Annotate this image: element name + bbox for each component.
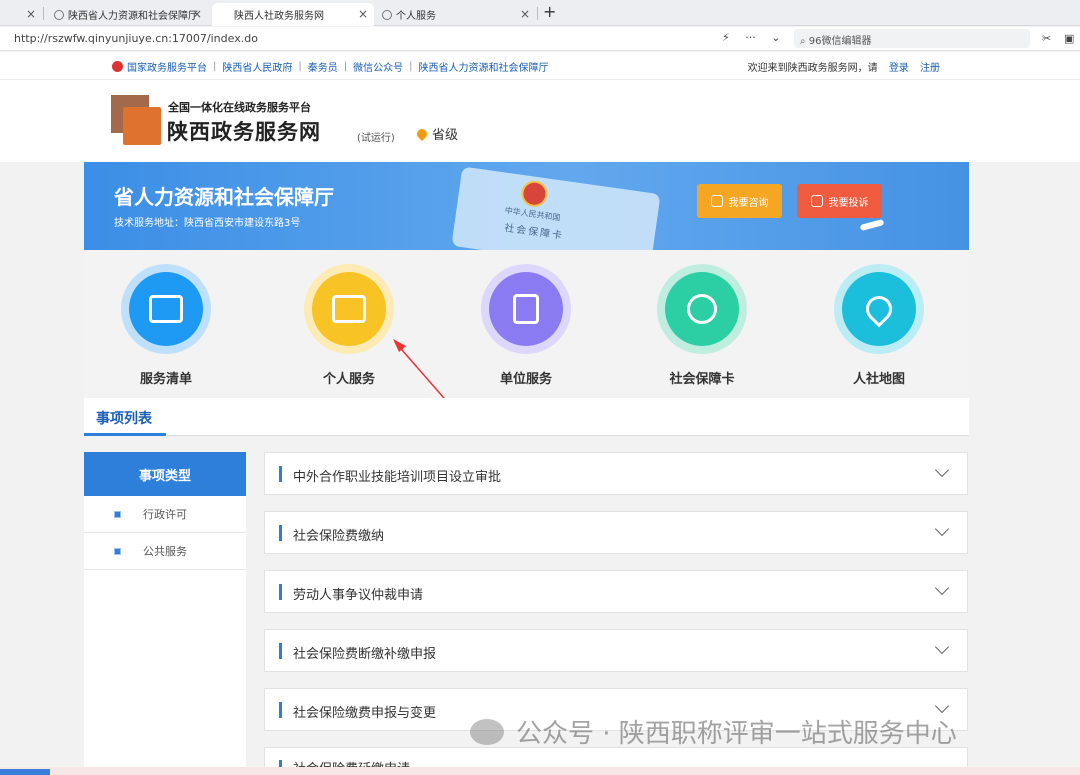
nav-link-hrss[interactable]: 陕西省人力资源和社会保障厅: [419, 59, 549, 74]
login-link[interactable]: 登录: [889, 63, 909, 74]
scissors-icon[interactable]: ✂: [1042, 32, 1051, 45]
complaint-icon: [810, 195, 823, 207]
category-sidebar: 事项类型 行政许可 公共服务: [84, 452, 246, 775]
complain-button[interactable]: 我要投诉: [797, 184, 882, 218]
document-icon: [114, 547, 121, 555]
browser-tab-bar: × 陕西省人力资源和社会保障厅 × 陕西人社政务服务网 × 个人服务 × +: [0, 0, 1080, 26]
level-selector[interactable]: 省级: [414, 124, 458, 143]
chevron-down-icon[interactable]: [934, 639, 950, 655]
tab-personal-service[interactable]: 个人服务 ×: [376, 3, 536, 26]
wechat-icon: [470, 718, 504, 745]
welcome-text: 欢迎来到陕西政务服务网，请: [747, 63, 878, 74]
tab-hrss[interactable]: 陕西省人力资源和社会保障厅 ×: [48, 3, 208, 26]
unit-service-button[interactable]: 单位服务: [476, 264, 576, 387]
department-address: 技术服务地址：陕西省西安市建设东路3号: [114, 218, 301, 229]
service-list-button[interactable]: 服务清单: [116, 264, 216, 387]
document-icon: [114, 510, 121, 518]
tab-gov-service[interactable]: 陕西人社政务服务网 ×: [212, 3, 374, 26]
globe-icon: [54, 9, 64, 20]
site-logo[interactable]: [111, 95, 161, 145]
plane-icon: [859, 218, 885, 232]
service-shortcuts: 服务清单 个人服务 单位服务 社会保障卡 人社地图: [84, 250, 969, 398]
list-item[interactable]: 社会保险费缴纳: [264, 511, 968, 554]
list-item[interactable]: 社会保险费断缴补缴申报: [264, 629, 968, 672]
search-input[interactable]: ⌕ 96微信编辑器: [794, 29, 1030, 48]
national-emblem-icon: [519, 179, 550, 209]
presentation-icon: [149, 295, 183, 323]
site-header: 全国一体化在线政务服务平台 陕西政务服务网 (试运行) 省级: [0, 80, 1080, 162]
watermark: 公众号 · 陕西职称评审一站式服务中心: [470, 713, 957, 750]
lightning-icon[interactable]: ⚡: [722, 31, 730, 44]
id-card-icon: [332, 295, 366, 323]
location-pin-icon: [414, 126, 430, 142]
chevron-down-icon[interactable]: ⌄: [771, 31, 780, 44]
category-public-service[interactable]: 公共服务: [84, 533, 246, 570]
platform-subtitle: 全国一体化在线政务服务平台: [168, 101, 311, 114]
emblem-icon: [112, 61, 123, 72]
headset-icon: [710, 195, 723, 207]
category-sidebar-title: 事项类型: [84, 452, 246, 496]
top-nav: 国家政务服务平台 | 陕西省人民政府 | 秦务员 | 微信公众号 | 陕西省人力…: [0, 52, 1080, 80]
taskbar-strip: [0, 767, 1080, 775]
people-exchange-icon: [687, 294, 717, 324]
close-icon[interactable]: ×: [520, 7, 530, 21]
consult-button[interactable]: 我要咨询: [697, 184, 782, 218]
tab-pinned[interactable]: ×: [0, 3, 42, 26]
personal-service-button[interactable]: 个人服务: [299, 264, 399, 387]
close-icon[interactable]: ×: [358, 7, 368, 21]
nav-link-qinwuyuan[interactable]: 秦务员: [308, 59, 338, 74]
list-item[interactable]: 中外合作职业技能培训项目设立审批: [264, 452, 968, 495]
chevron-down-icon[interactable]: [934, 521, 950, 537]
nav-link-national[interactable]: 国家政务服务平台: [127, 59, 207, 74]
department-title: 省人力资源和社会保障厅: [114, 185, 334, 209]
url-field[interactable]: http://rszwfw.qinyunjiuye.cn:17007/index…: [14, 32, 258, 45]
map-pin-icon: [860, 290, 898, 328]
globe-icon: [382, 9, 392, 20]
building-icon: [513, 294, 539, 324]
chevron-down-icon[interactable]: [934, 462, 950, 478]
site-name: 陕西政务服务网: [167, 120, 321, 144]
extension-icon[interactable]: ▣: [1064, 32, 1074, 45]
chevron-down-icon[interactable]: [934, 580, 950, 596]
social-security-card-image: 中华人民共和国 社会保障卡: [451, 166, 661, 250]
hrss-map-button[interactable]: 人社地图: [829, 264, 929, 387]
nav-link-wechat[interactable]: 微信公众号: [353, 59, 403, 74]
item-list-header: 事项列表: [84, 398, 969, 436]
department-banner: 省人力资源和社会保障厅 技术服务地址：陕西省西安市建设东路3号 中华人民共和国 …: [84, 162, 969, 250]
new-tab-button[interactable]: +: [543, 2, 556, 21]
close-icon[interactable]: ×: [26, 7, 36, 21]
social-security-card-button[interactable]: 社会保障卡: [652, 264, 752, 387]
more-icon[interactable]: ···: [745, 31, 756, 44]
search-icon: ⌕: [800, 36, 809, 47]
category-admin-license[interactable]: 行政许可: [84, 496, 246, 533]
item-list-title[interactable]: 事项列表: [96, 408, 152, 428]
close-icon[interactable]: ×: [192, 7, 202, 21]
chevron-down-icon[interactable]: [934, 698, 950, 714]
address-bar: http://rszwfw.qinyunjiuye.cn:17007/index…: [0, 27, 1080, 51]
list-item[interactable]: 劳动人事争议仲裁申请: [264, 570, 968, 613]
trial-label: (试运行): [357, 133, 395, 144]
register-link[interactable]: 注册: [920, 63, 940, 74]
list-item[interactable]: 社会保险费延缴申请: [264, 747, 968, 775]
nav-link-province-gov[interactable]: 陕西省人民政府: [222, 59, 292, 74]
